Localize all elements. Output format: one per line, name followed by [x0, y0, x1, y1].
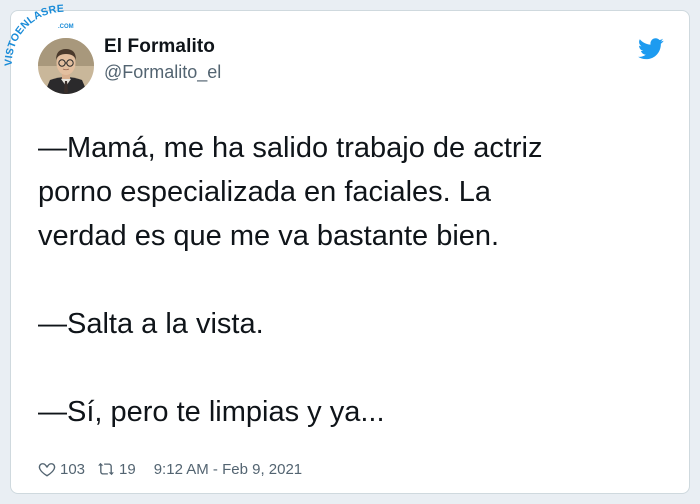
- tweet-line: porno especializada en faciales. La: [38, 176, 492, 208]
- tweet-meta-row: 103 19 9:12 AM - Feb 9, 2021: [38, 458, 302, 480]
- user-handle[interactable]: @Formalito_el: [104, 62, 221, 83]
- twitter-bird-icon[interactable]: [638, 38, 664, 60]
- like-count: 103: [60, 460, 86, 478]
- avatar-image: [38, 38, 94, 94]
- tweet-line: —Mamá, me ha salido trabajo de actriz: [38, 132, 543, 164]
- tweet-timestamp[interactable]: 9:12 AM - Feb 9, 2021: [154, 461, 302, 478]
- tweet-line: —Sí, pero te limpias y ya...: [38, 396, 385, 428]
- tweet-text: —Mamá, me ha salido trabajo de actriz po…: [38, 126, 668, 434]
- heart-icon[interactable]: [38, 460, 56, 478]
- display-name[interactable]: El Formalito: [104, 36, 215, 58]
- tweet-line: verdad es que me va bastante bien.: [38, 220, 500, 252]
- avatar[interactable]: [38, 38, 94, 94]
- tweet-line: —Salta a la vista.: [38, 308, 264, 340]
- screenshot-frame: VISTOENLASREDES .COM El Formalit: [0, 0, 700, 504]
- retweet-count: 19: [119, 460, 136, 478]
- retweet-icon[interactable]: [97, 460, 115, 478]
